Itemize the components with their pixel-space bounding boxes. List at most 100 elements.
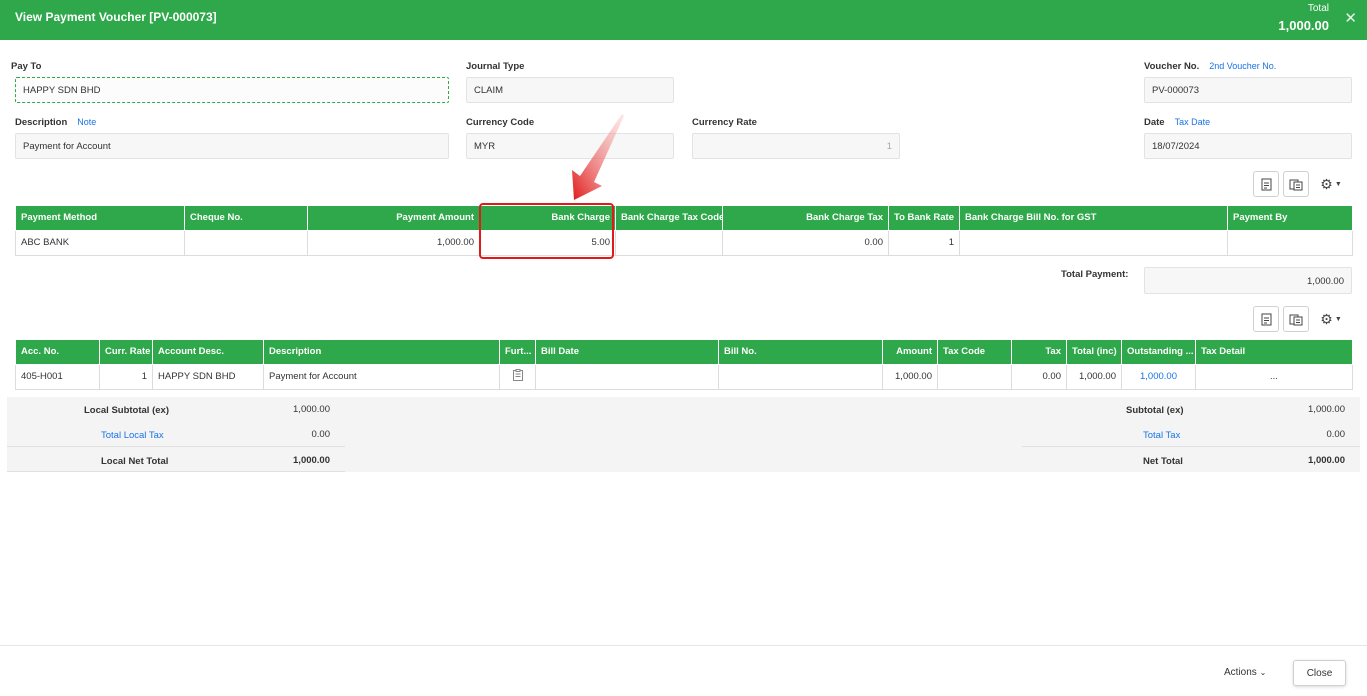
cell-further[interactable] xyxy=(499,363,536,390)
gear-settings-button[interactable]: ⚙ ▼ xyxy=(1316,171,1346,197)
tax-value: 0.00 xyxy=(1326,429,1346,440)
cell-tax-code[interactable] xyxy=(937,363,1012,390)
col-curr-rate[interactable]: Curr. Rate xyxy=(99,340,153,365)
col-account-desc[interactable]: Account Desc. xyxy=(152,340,264,365)
voucher-no-field[interactable]: PV-000073 xyxy=(1144,77,1352,103)
cell-payment-amount[interactable]: 1,000.00 xyxy=(307,229,480,256)
cell-to-bank-rate[interactable]: 1 xyxy=(888,229,960,256)
journal-type-label: Journal Type xyxy=(466,61,525,72)
pay-to-field[interactable]: HAPPY SDN BHD xyxy=(15,77,449,103)
col-description[interactable]: Description xyxy=(263,340,500,365)
arrow-annotation xyxy=(572,114,624,200)
cell-bank-charge-tax-code[interactable] xyxy=(615,229,723,256)
currency-rate-field[interactable]: 1 xyxy=(692,133,900,159)
currency-rate-label: Currency Rate xyxy=(692,117,757,128)
cell-tax[interactable]: 0.00 xyxy=(1011,363,1067,390)
local-net-total-value: 1,000.00 xyxy=(293,455,330,466)
local-totals-divider xyxy=(7,446,345,447)
cell-cheque-no[interactable] xyxy=(184,229,308,256)
date-field[interactable]: 18/07/2024 xyxy=(1144,133,1352,159)
col-acc-no[interactable]: Acc. No. xyxy=(15,340,100,365)
clipboard-icon[interactable] xyxy=(512,369,523,381)
description-field[interactable]: Payment for Account xyxy=(15,133,449,159)
voucher-no-label: Voucher No. 2nd Voucher No. xyxy=(1144,61,1276,72)
cell-acc-no[interactable]: 405-H001 xyxy=(15,363,100,390)
actions-label: Actions xyxy=(1224,667,1257,678)
export-icon xyxy=(1261,313,1271,325)
cell-amount[interactable]: 1,000.00 xyxy=(882,363,938,390)
col-further[interactable]: Furt... xyxy=(499,340,536,365)
export-icon xyxy=(1261,178,1271,190)
total-tax-link[interactable]: Total Tax xyxy=(1143,430,1180,441)
gear-icon: ⚙ xyxy=(1320,175,1333,192)
cell-outstanding-link[interactable]: 1,000.00 xyxy=(1121,363,1196,390)
col-bill-date[interactable]: Bill Date xyxy=(535,340,719,365)
total-local-tax-link[interactable]: Total Local Tax xyxy=(101,430,164,441)
cell-curr-rate[interactable]: 1 xyxy=(99,363,153,390)
copy-icon xyxy=(1289,179,1303,190)
col-bank-charge-tax-code[interactable]: Bank Charge Tax Code xyxy=(615,206,723,231)
cell-bank-charge-bill-no[interactable] xyxy=(959,229,1228,256)
cell-total-inc[interactable]: 1,000.00 xyxy=(1066,363,1122,390)
payment-table-header-row: Payment Method Cheque No. Payment Amount… xyxy=(15,206,1353,231)
export-button[interactable] xyxy=(1253,171,1279,197)
chevron-down-icon: ▼ xyxy=(1334,315,1342,323)
currency-code-label: Currency Code xyxy=(466,117,535,128)
local-net-total-label: Local Net Total xyxy=(101,456,169,467)
col-bank-charge-tax[interactable]: Bank Charge Tax xyxy=(722,206,889,231)
detail-table-header-row: Acc. No. Curr. Rate Account Desc. Descri… xyxy=(15,340,1353,365)
total-value: 1,000.00 xyxy=(1278,18,1329,33)
col-total-inc[interactable]: Total (inc) xyxy=(1066,340,1122,365)
date-label: Date Tax Date xyxy=(1144,117,1210,128)
copy-button-2[interactable] xyxy=(1283,306,1309,332)
net-total-value: 1,000.00 xyxy=(1308,455,1345,466)
gear-settings-button-2[interactable]: ⚙ ▼ xyxy=(1316,306,1346,332)
col-bank-charge-bill-no[interactable]: Bank Charge Bill No. for GST xyxy=(959,206,1228,231)
cell-payment-by[interactable] xyxy=(1227,229,1353,256)
description-label-text: Description xyxy=(15,117,68,128)
net-total-label: Net Total xyxy=(1143,456,1183,467)
cell-tax-detail[interactable]: ... xyxy=(1195,363,1353,390)
col-bill-no[interactable]: Bill No. xyxy=(718,340,883,365)
tax-date-link[interactable]: Tax Date xyxy=(1175,117,1211,127)
total-label: Total xyxy=(1307,3,1329,14)
col-to-bank-rate[interactable]: To Bank Rate xyxy=(888,206,960,231)
journal-type-field[interactable]: CLAIM xyxy=(466,77,674,103)
chevron-down-icon: ▼ xyxy=(1334,180,1342,188)
totals-divider xyxy=(1022,446,1360,447)
bank-charge-highlight-box xyxy=(479,203,614,259)
col-cheque-no[interactable]: Cheque No. xyxy=(184,206,308,231)
close-icon[interactable]: ✕ xyxy=(1344,9,1357,27)
note-link[interactable]: Note xyxy=(77,117,96,127)
col-outstanding[interactable]: Outstanding ... xyxy=(1121,340,1196,365)
col-tax-code[interactable]: Tax Code xyxy=(937,340,1012,365)
local-subtotal-value: 1,000.00 xyxy=(293,404,330,415)
copy-button[interactable] xyxy=(1283,171,1309,197)
col-payment-method[interactable]: Payment Method xyxy=(15,206,185,231)
cell-account-desc[interactable]: HAPPY SDN BHD xyxy=(152,363,264,390)
payment-table: Payment Method Cheque No. Payment Amount… xyxy=(15,206,1353,256)
col-tax[interactable]: Tax xyxy=(1011,340,1067,365)
cell-payment-method[interactable]: ABC BANK xyxy=(15,229,185,256)
subtotal-value: 1,000.00 xyxy=(1308,404,1345,415)
cell-description[interactable]: Payment for Account xyxy=(263,363,500,390)
subtotal-label: Subtotal (ex) xyxy=(1126,405,1184,416)
col-payment-amount[interactable]: Payment Amount xyxy=(307,206,480,231)
cell-bank-charge-tax[interactable]: 0.00 xyxy=(722,229,889,256)
date-label-text: Date xyxy=(1144,117,1165,128)
total-payment-field: 1,000.00 xyxy=(1144,267,1352,294)
cell-bill-date[interactable] xyxy=(535,363,719,390)
table-row[interactable]: 405-H001 1 HAPPY SDN BHD Payment for Acc… xyxy=(15,363,1353,390)
col-amount[interactable]: Amount xyxy=(882,340,938,365)
second-voucher-link[interactable]: 2nd Voucher No. xyxy=(1209,61,1276,71)
cell-bill-no[interactable] xyxy=(718,363,883,390)
total-payment-label: Total Payment: xyxy=(1061,269,1129,280)
export-button-2[interactable] xyxy=(1253,306,1279,332)
col-payment-by[interactable]: Payment By xyxy=(1227,206,1353,231)
dialog-title: View Payment Voucher [PV-000073] xyxy=(15,10,217,24)
col-tax-detail[interactable]: Tax Detail xyxy=(1195,340,1353,365)
close-button[interactable]: Close xyxy=(1293,660,1346,686)
actions-dropdown[interactable]: Actions ⌄ xyxy=(1224,667,1266,678)
table-row[interactable]: ABC BANK 1,000.00 5.00 0.00 1 xyxy=(15,229,1353,256)
chevron-down-icon: ⌄ xyxy=(1259,668,1267,677)
